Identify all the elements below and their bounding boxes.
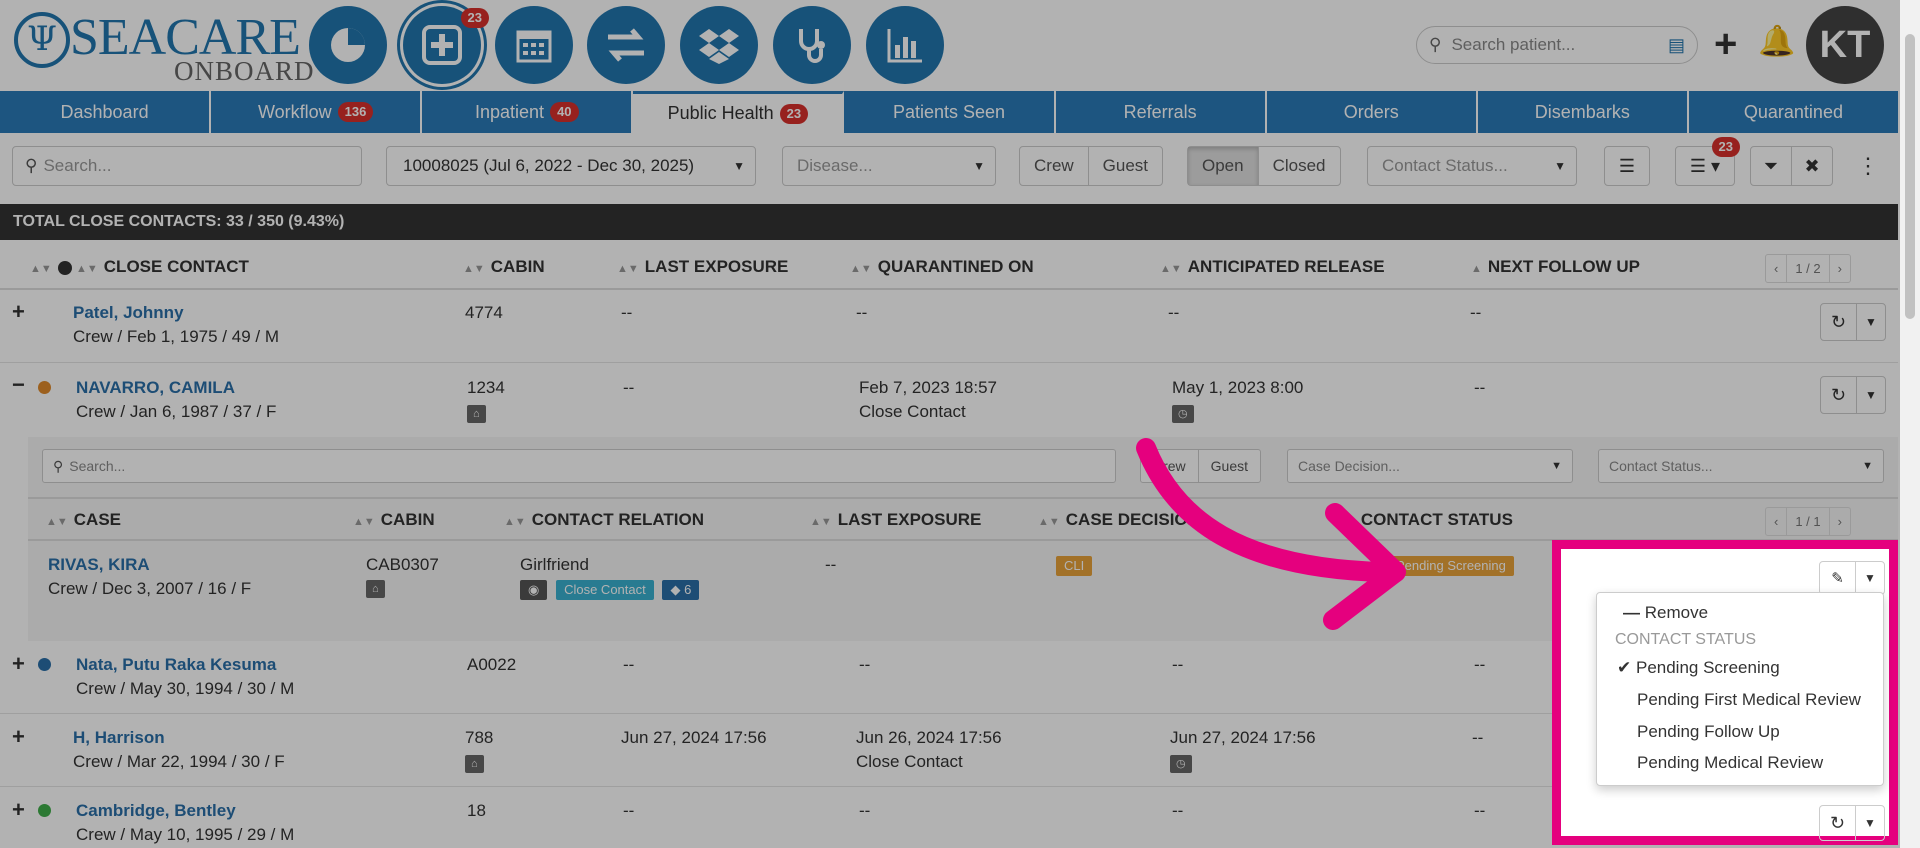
scrollbar[interactable] [1900,0,1920,848]
annotation-arrow [1136,438,1406,630]
app-window: Ψ SEACARE ONBOARD 23 ⚲ Search patient... [0,0,1920,848]
scrollbar-thumb[interactable] [1905,34,1915,319]
